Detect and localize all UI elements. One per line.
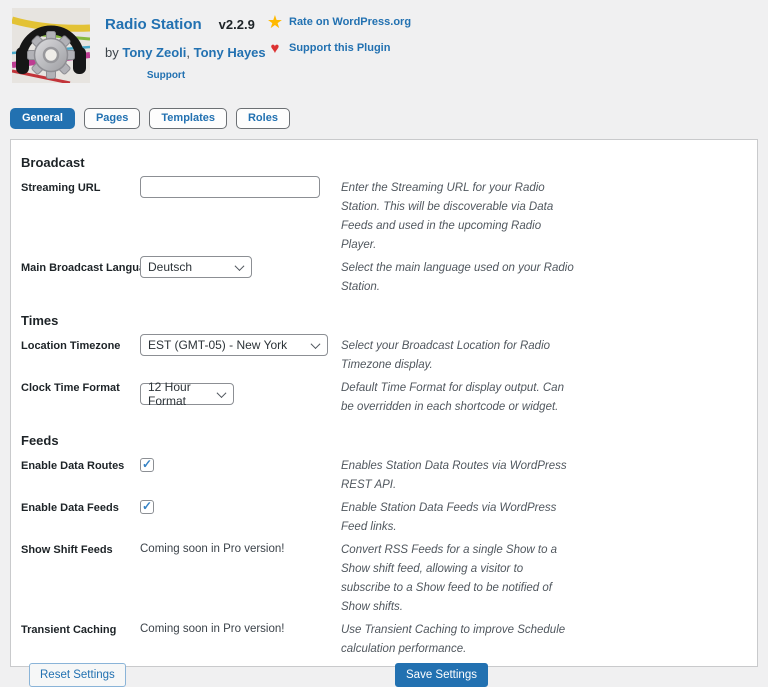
chevron-down-icon (217, 388, 227, 398)
broadcast-language-label: Main Broadcast Language (21, 259, 140, 276)
check-icon: ✓ (142, 458, 152, 470)
enable-data-routes-label: Enable Data Routes (21, 457, 140, 474)
broadcast-language-select[interactable]: Deutsch (140, 256, 252, 278)
star-icon: ★ (263, 13, 287, 31)
clock-time-format-value: 12 Hour Format (148, 380, 210, 408)
settings-tabs: General Pages Templates Roles (10, 108, 768, 129)
show-shift-feeds-label: Show Shift Feeds (21, 541, 140, 558)
chevron-down-icon (311, 339, 321, 349)
rate-on-wordpress-link[interactable]: Rate on WordPress.org (289, 16, 411, 28)
streaming-url-input[interactable] (140, 176, 320, 198)
author-link-tony-zeoli[interactable]: Tony Zeoli (122, 45, 186, 60)
tab-templates[interactable]: Templates (149, 108, 227, 129)
setting-row-enable-data-routes: Enable Data Routes ✓ Enables Station Dat… (19, 457, 749, 495)
enable-data-feeds-checkbox[interactable]: ✓ (140, 500, 154, 514)
clock-time-format-select[interactable]: 12 Hour Format (140, 383, 234, 405)
clock-time-format-label: Clock Time Format (21, 379, 140, 396)
tab-roles[interactable]: Roles (236, 108, 290, 129)
tab-pages[interactable]: Pages (84, 108, 140, 129)
tab-general[interactable]: General (10, 108, 75, 129)
location-timezone-label: Location Timezone (21, 337, 140, 354)
check-icon: ✓ (142, 500, 152, 512)
setting-row-clock-time-format: Clock Time Format 12 Hour Format Default… (19, 379, 749, 417)
location-timezone-description: Select your Broadcast Location for Radio… (341, 337, 575, 375)
clock-time-format-description: Default Time Format for display output. … (341, 379, 575, 417)
author-link-tony-hayes[interactable]: Tony Hayes (194, 45, 266, 60)
streaming-url-description: Enter the Streaming URL for your Radio S… (341, 179, 575, 255)
reset-settings-button[interactable]: Reset Settings (29, 663, 126, 687)
radio-station-logo (12, 8, 90, 83)
enable-data-feeds-description: Enable Station Data Feeds via WordPress … (341, 499, 575, 537)
header-links: ★ Rate on WordPress.org ♥ Support this P… (263, 12, 411, 64)
transient-caching-status: Coming soon in Pro version! (140, 621, 341, 635)
location-timezone-value: EST (GMT-05) - New York (148, 338, 287, 352)
section-title-times: Times (21, 313, 747, 328)
broadcast-language-description: Select the main language used on your Ra… (341, 259, 575, 297)
enable-data-routes-description: Enables Station Data Routes via WordPres… (341, 457, 575, 495)
heart-icon: ♥ (263, 41, 287, 56)
setting-row-transient-caching: Transient Caching Coming soon in Pro ver… (19, 621, 749, 659)
settings-panel: Broadcast Streaming URL Enter the Stream… (10, 139, 758, 667)
setting-row-show-shift-feeds: Show Shift Feeds Coming soon in Pro vers… (19, 541, 749, 617)
support-this-plugin-link[interactable]: Support this Plugin (289, 42, 390, 54)
transient-caching-label: Transient Caching (21, 621, 140, 638)
setting-row-enable-data-feeds: Enable Data Feeds ✓ Enable Station Data … (19, 499, 749, 537)
streaming-url-label: Streaming URL (21, 179, 140, 196)
setting-row-broadcast-language: Main Broadcast Language Deutsch Select t… (19, 259, 749, 297)
chevron-down-icon (235, 261, 245, 271)
section-times: Times Location Timezone EST (GMT-05) - N… (19, 301, 749, 421)
support-plugin-row: ♥ Support this Plugin (263, 38, 411, 58)
support-link[interactable]: Support (105, 70, 227, 81)
author-separator: , (186, 45, 193, 60)
section-title-broadcast: Broadcast (21, 155, 747, 170)
plugin-title-block: Radio Stationv2.2.9 by Tony Zeoli, Tony … (105, 16, 229, 81)
transient-caching-description: Use Transient Caching to improve Schedul… (341, 621, 575, 659)
setting-row-streaming-url: Streaming URL Enter the Streaming URL fo… (19, 179, 749, 255)
enable-data-routes-checkbox[interactable]: ✓ (140, 458, 154, 472)
enable-data-feeds-label: Enable Data Feeds (21, 499, 140, 516)
section-feeds: Feeds Enable Data Routes ✓ Enables Stati… (19, 421, 749, 663)
byline-prefix: by (105, 45, 122, 60)
location-timezone-select[interactable]: EST (GMT-05) - New York (140, 334, 328, 356)
plugin-header: Radio Station v2.2.9 by Tony Zeoli, Tony … (0, 0, 768, 100)
rate-link-row: ★ Rate on WordPress.org (263, 12, 411, 32)
broadcast-language-value: Deutsch (148, 260, 192, 274)
show-shift-feeds-description: Convert RSS Feeds for a single Show to a… (341, 541, 575, 617)
radio-station-logo-art (12, 8, 90, 83)
plugin-title-link[interactable]: Radio Station (105, 16, 202, 33)
byline: by Tony Zeoli, Tony Hayes (105, 45, 229, 60)
save-settings-button[interactable]: Save Settings (395, 663, 488, 687)
show-shift-feeds-status: Coming soon in Pro version! (140, 541, 341, 555)
plugin-version: v2.2.9 (219, 17, 255, 32)
setting-row-location-timezone: Location Timezone EST (GMT-05) - New Yor… (19, 337, 749, 375)
section-title-feeds: Feeds (21, 433, 747, 448)
section-broadcast: Broadcast Streaming URL Enter the Stream… (19, 152, 749, 301)
